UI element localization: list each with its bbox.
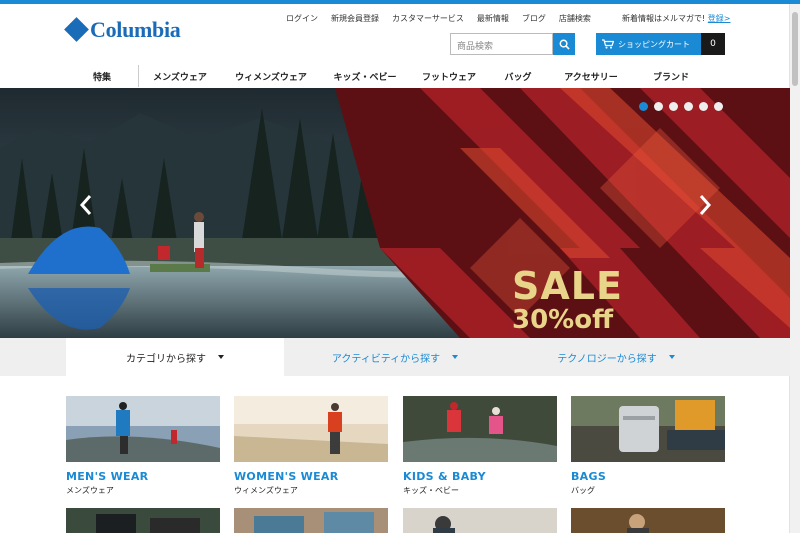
sale-headline: SALE (512, 264, 623, 308)
carousel-dot[interactable] (669, 102, 678, 111)
cart-label: ショッピングカート (618, 39, 690, 49)
search-icon (559, 39, 570, 50)
blog-link[interactable]: ブログ (522, 13, 546, 24)
customer-service-link[interactable]: カスタマーサービス (392, 13, 464, 24)
category-title-en: KIDS & BABY (403, 470, 486, 483)
category-image-partial (234, 508, 388, 533)
nav-item-bags[interactable]: バッグ (489, 65, 547, 87)
carousel-prev-button[interactable] (78, 192, 94, 218)
category-title-jp: ウィメンズウェア (234, 486, 298, 495)
logo-text: Columbia (90, 17, 181, 42)
tab-category[interactable]: カテゴリから探す (66, 338, 284, 376)
category-title-jp: バッグ (571, 486, 595, 495)
category-card-partial[interactable] (403, 508, 557, 533)
chevron-left-icon (79, 195, 92, 215)
columbia-logo[interactable]: Columbia (64, 17, 181, 43)
carousel-dot[interactable] (639, 102, 648, 111)
tab-activity[interactable]: アクティビティから探す (284, 338, 506, 376)
search-input[interactable]: 商品検索 (450, 33, 553, 55)
category-image-partial (571, 508, 725, 533)
main-nav: 特集 メンズウェア ウィメンズウェア キッズ・ベビー フットウェア バッグ アク… (66, 65, 726, 87)
carousel-dot[interactable] (654, 102, 663, 111)
category-title-en: MEN'S WEAR (66, 470, 149, 483)
category-image-mens (66, 396, 220, 462)
newsletter-text: 新着情報はメルマガで! (622, 14, 706, 23)
nav-item-accessories[interactable]: アクセサリー (547, 65, 635, 87)
diamond-logo-icon (64, 17, 89, 42)
news-link[interactable]: 最新情報 (477, 13, 509, 24)
category-image-partial (66, 508, 220, 533)
nav-item-kids-baby[interactable]: キッズ・ベビー (321, 65, 409, 87)
tab-label: カテゴリから探す (126, 353, 206, 365)
category-card-kids[interactable]: KIDS & BABY キッズ・ベビー (403, 396, 557, 496)
utility-links: ログイン 新規会員登録 カスタマーサービス 最新情報 ブログ 店舗検索 (286, 13, 604, 24)
newsletter-register-link[interactable]: 登録> (708, 14, 731, 23)
nav-item-features[interactable]: 特集 (66, 65, 138, 87)
carousel-dot[interactable] (714, 102, 723, 111)
nav-item-womens-wear[interactable]: ウィメンズウェア (221, 65, 321, 87)
carousel-next-button[interactable] (697, 192, 713, 218)
category-image-partial (403, 508, 557, 533)
hero-image (0, 88, 790, 338)
login-link[interactable]: ログイン (286, 13, 318, 24)
sale-text: SALE 30%off (512, 266, 623, 334)
hero-banner[interactable]: SALE 30%off (0, 88, 790, 338)
scrollbar[interactable] (789, 4, 800, 533)
carousel-dot[interactable] (699, 102, 708, 111)
scrollbar-thumb[interactable] (792, 12, 798, 86)
tab-label: アクティビティから探す (331, 353, 441, 365)
caret-down-icon (452, 355, 459, 359)
category-card-womens[interactable]: WOMEN'S WEAR ウィメンズウェア (234, 396, 388, 496)
nav-item-mens-wear[interactable]: メンズウェア (139, 65, 221, 87)
caret-down-icon (218, 355, 224, 359)
newsletter-signup: 新着情報はメルマガで! 登録> (622, 13, 730, 24)
chevron-right-icon (699, 195, 712, 215)
search-button[interactable] (553, 33, 575, 55)
nav-item-footwear[interactable]: フットウェア (409, 65, 489, 87)
category-card-bags[interactable]: BAGS バッグ (571, 396, 725, 496)
category-card-mens[interactable]: MEN'S WEAR メンズウェア (66, 396, 220, 496)
category-title-jp: メンズウェア (66, 486, 114, 495)
carousel-dot[interactable] (684, 102, 693, 111)
cart-count-badge: 0 (701, 33, 725, 55)
shopping-cart-button[interactable]: ショッピングカート 0 (596, 33, 725, 55)
category-title-jp: キッズ・ベビー (403, 486, 459, 495)
top-accent-bar (0, 0, 800, 4)
tab-technology[interactable]: テクノロジーから探す (506, 338, 726, 376)
category-card-partial[interactable] (234, 508, 388, 533)
category-image-bags (571, 396, 725, 462)
store-finder-link[interactable]: 店舗検索 (559, 13, 591, 24)
caret-down-icon (668, 355, 675, 359)
carousel-dots (639, 102, 723, 111)
category-title-en: WOMEN'S WEAR (234, 470, 339, 483)
category-title-en: BAGS (571, 470, 607, 483)
nav-item-brand[interactable]: ブランド (635, 65, 707, 87)
search-form: 商品検索 (450, 33, 575, 55)
tab-label: テクノロジーから探す (557, 353, 657, 365)
sale-discount: 30%off (512, 305, 614, 335)
category-card-partial[interactable] (571, 508, 725, 533)
category-card-partial[interactable] (66, 508, 220, 533)
category-tabs: カテゴリから探す アクティビティから探す テクノロジーから探す (0, 338, 790, 376)
register-link[interactable]: 新規会員登録 (331, 13, 379, 24)
category-image-womens (234, 396, 388, 462)
cart-label-area[interactable]: ショッピングカート (596, 33, 701, 55)
cart-icon (602, 39, 614, 49)
category-image-kids (403, 396, 557, 462)
